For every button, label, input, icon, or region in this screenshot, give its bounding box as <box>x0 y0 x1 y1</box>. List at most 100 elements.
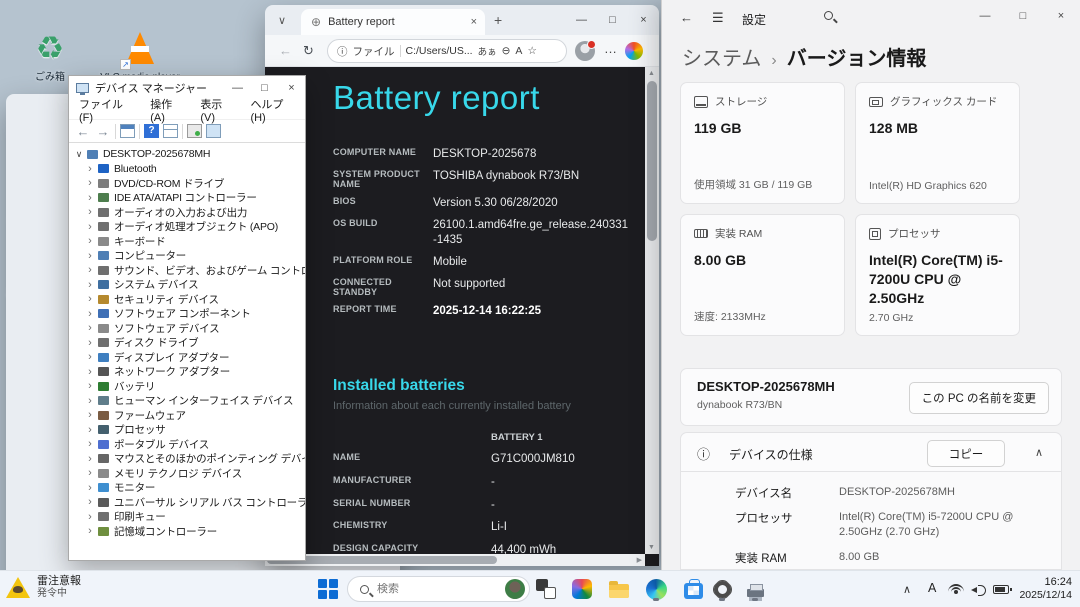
tree-node[interactable]: › 記憶域コントローラー <box>69 524 305 539</box>
tree-node[interactable]: › ポータブル デバイス <box>69 437 305 452</box>
edge-taskbar-button[interactable] <box>643 576 669 602</box>
chevron-right-icon[interactable]: › <box>85 279 95 291</box>
chevron-right-icon[interactable]: › <box>85 496 95 508</box>
minimize-button[interactable]: — <box>566 7 597 32</box>
menu-item[interactable]: 表示(V) <box>193 96 243 124</box>
breadcrumb-system[interactable]: システム <box>682 42 761 71</box>
tree-node[interactable]: › IDE ATA/ATAPI コントローラー <box>69 191 305 206</box>
menu-item[interactable]: ヘルプ(H) <box>243 96 305 124</box>
back-icon[interactable]: ← <box>279 43 292 58</box>
tree-node[interactable]: › バッテリ <box>69 379 305 394</box>
chevron-right-icon[interactable]: › <box>85 221 95 233</box>
chevron-right-icon[interactable]: › <box>85 453 95 465</box>
tree-node[interactable]: › オーディオの入力および出力 <box>69 205 305 220</box>
chevron-down-icon[interactable]: ∨ <box>74 149 84 160</box>
minimize-button[interactable]: — <box>966 0 1004 32</box>
chevron-right-icon[interactable]: › <box>85 525 95 537</box>
chevron-right-icon[interactable]: › <box>85 409 95 421</box>
tree-node[interactable]: › マウスとそのほかのポインティング デバイス <box>69 452 305 467</box>
close-button[interactable]: × <box>628 7 659 32</box>
tree-node[interactable]: › セキュリティ デバイス <box>69 292 305 307</box>
tree-node[interactable]: › モニター <box>69 481 305 496</box>
horizontal-scrollbar[interactable]: ▶ <box>265 554 645 566</box>
tree-node[interactable]: › ファームウェア <box>69 408 305 423</box>
read-aloud-icon[interactable]: A <box>515 45 522 57</box>
chevron-right-icon[interactable]: › <box>85 250 95 262</box>
chevron-right-icon[interactable]: › <box>85 424 95 436</box>
chevron-right-icon[interactable]: › <box>85 380 95 392</box>
copy-button[interactable]: コピー <box>927 440 1005 467</box>
tree-node[interactable]: › ディスク ドライブ <box>69 336 305 351</box>
scroll-up-icon[interactable]: ▲ <box>648 70 655 77</box>
chevron-up-icon[interactable]: ∧ <box>1035 446 1043 459</box>
zoom-out-icon[interactable]: ⊖ <box>502 45 511 57</box>
maximize-button[interactable]: □ <box>597 7 628 32</box>
file-explorer-button[interactable] <box>606 576 632 602</box>
weather-widget[interactable]: 雷注意報 発令中 <box>6 575 81 600</box>
chevron-right-icon[interactable]: › <box>85 511 95 523</box>
page-info-icon[interactable]: ⓘ <box>337 44 348 59</box>
tree-node[interactable]: › ディスプレイ アダプター <box>69 350 305 365</box>
translate-icon[interactable]: あぁ <box>478 44 497 58</box>
console-tree-icon[interactable] <box>120 124 135 138</box>
device-spec-expander[interactable]: ⓘ デバイスの仕様 コピー ∧ <box>680 432 1062 472</box>
tree-node[interactable]: › メモリ テクノロジ デバイス <box>69 466 305 481</box>
tree-node[interactable]: › ソフトウェア デバイス <box>69 321 305 336</box>
tree-node[interactable]: › サウンド、ビデオ、およびゲーム コントローラー <box>69 263 305 278</box>
tree-node[interactable]: › ヒューマン インターフェイス デバイス <box>69 394 305 409</box>
taskbar-search[interactable] <box>347 576 530 602</box>
tree-node[interactable]: › コンピューター <box>69 249 305 264</box>
rename-pc-button[interactable]: この PC の名前を変更 <box>909 382 1049 414</box>
chevron-right-icon[interactable]: › <box>85 482 95 494</box>
search-daily-image[interactable] <box>505 579 525 599</box>
copilot-icon[interactable] <box>625 42 643 60</box>
address-bar[interactable]: ⓘ ファイル C:/Users/US... あぁ ⊖ A ☆ <box>327 39 567 63</box>
chevron-right-icon[interactable]: › <box>85 366 95 378</box>
properties-icon[interactable] <box>163 124 178 138</box>
chevron-right-icon[interactable]: › <box>85 206 95 218</box>
tree-node[interactable]: › システム デバイス <box>69 278 305 293</box>
chevron-right-icon[interactable]: › <box>85 351 95 363</box>
profile-avatar[interactable] <box>575 41 595 61</box>
chevron-right-icon[interactable]: › <box>85 467 95 479</box>
back-icon[interactable]: ← <box>680 10 693 25</box>
maximize-button[interactable]: □ <box>1004 0 1042 32</box>
taskbar-clock[interactable]: 16:24 2025/12/14 <box>1019 576 1072 602</box>
tree-root-node[interactable]: ∨ DESKTOP-2025678MH <box>69 147 305 162</box>
device-manager-taskbar-button[interactable] <box>742 576 768 602</box>
scroll-right-icon[interactable]: ▶ <box>637 556 642 564</box>
forward-icon[interactable]: → <box>95 124 111 139</box>
tree-node[interactable]: › プロセッサ <box>69 423 305 438</box>
menu-item[interactable]: 操作(A) <box>143 96 193 124</box>
tree-node[interactable]: › ネットワーク アダプター <box>69 365 305 380</box>
chevron-right-icon[interactable]: › <box>85 177 95 189</box>
back-icon[interactable]: ← <box>75 124 91 139</box>
search-icon[interactable] <box>824 11 833 20</box>
close-button[interactable]: × <box>1042 0 1080 32</box>
battery-icon[interactable] <box>993 585 1009 594</box>
ime-indicator[interactable]: A <box>928 581 936 595</box>
computer-icon[interactable] <box>206 124 221 138</box>
task-view-button[interactable] <box>533 576 559 602</box>
tab-close-icon[interactable]: × <box>471 16 477 28</box>
chevron-right-icon[interactable]: › <box>85 438 95 450</box>
start-button[interactable] <box>318 579 339 600</box>
tree-node[interactable]: › Bluetooth <box>69 162 305 177</box>
chevron-right-icon[interactable]: › <box>85 192 95 204</box>
help-icon[interactable]: ? <box>144 124 159 138</box>
hamburger-menu-icon[interactable]: ☰ <box>712 10 724 26</box>
scan-hardware-icon[interactable] <box>187 124 202 138</box>
chevron-right-icon[interactable]: › <box>85 395 95 407</box>
wifi-icon[interactable] <box>948 584 964 594</box>
vertical-scroll-thumb[interactable] <box>647 81 657 241</box>
favorite-star-icon[interactable]: ☆ <box>527 45 536 57</box>
tree-node[interactable]: › ユニバーサル シリアル バス コントローラー <box>69 495 305 510</box>
chevron-right-icon[interactable]: › <box>85 293 95 305</box>
chevron-right-icon[interactable]: › <box>85 264 95 276</box>
search-input[interactable] <box>377 583 497 595</box>
tree-node[interactable]: › キーボード <box>69 234 305 249</box>
tray-chevron-up-icon[interactable]: ∧ <box>903 583 911 596</box>
chevron-right-icon[interactable]: › <box>85 337 95 349</box>
scroll-down-icon[interactable]: ▼ <box>648 544 655 551</box>
refresh-icon[interactable]: ↻ <box>303 43 314 59</box>
